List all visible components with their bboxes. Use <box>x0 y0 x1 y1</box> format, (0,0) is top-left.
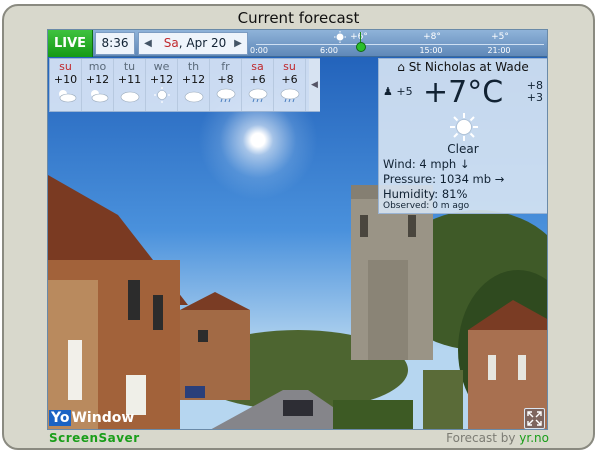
day-name: th <box>187 60 200 73</box>
timeline-now-handle[interactable] <box>356 42 366 52</box>
day-name: su <box>59 60 72 73</box>
partly-cloudy-icon <box>82 87 113 103</box>
day-temp: +6 <box>249 73 266 86</box>
day-name: we <box>153 60 170 73</box>
day-temp: +6 <box>281 73 298 86</box>
forecast-day[interactable]: sa +6 <box>242 59 274 111</box>
current-temperature: +7°C <box>423 75 504 110</box>
wind-row: Wind: 4 mph ↓ <box>383 157 470 171</box>
min-temp: +3 <box>526 91 543 104</box>
timeline-hour: 15:00 <box>419 46 443 55</box>
location-name: St Nicholas at Wade <box>408 60 529 74</box>
window-title: Current forecast <box>237 9 360 27</box>
yr-link[interactable]: yr.no <box>519 431 549 445</box>
timeline-hour: 6:00 <box>320 46 338 55</box>
day-temp: +10 <box>53 73 78 86</box>
rain-icon <box>274 87 305 103</box>
day-temp: +12 <box>149 73 174 86</box>
day-temp: +12 <box>85 73 110 86</box>
timeline-hour: 0:00 <box>250 46 268 55</box>
day-name: fr <box>221 60 230 73</box>
strip-scroll-left-icon[interactable]: ◀ <box>309 59 320 111</box>
timeline-temp: +8° <box>423 32 441 42</box>
forecast-day[interactable]: su +6 <box>274 59 306 111</box>
fullscreen-icon[interactable] <box>524 408 545 429</box>
sun-icon <box>450 113 478 141</box>
top-bar: LIVE 8:36 ◀ Sa, Apr 20 ▶ +6° +8° +5° 0:0… <box>48 30 547 57</box>
timeline-hour: 21:00 <box>487 46 511 55</box>
pressure-row: Pressure: 1034 mb → <box>383 172 505 186</box>
date-weekday: Sa <box>163 36 179 50</box>
day-temp: +12 <box>181 73 206 86</box>
day-name: tu <box>123 60 136 73</box>
prev-date-icon[interactable]: ◀ <box>142 33 154 54</box>
daily-forecast-strip: su +10 mo +12 tu +11 we +12 th +12 fr +8… <box>49 58 320 112</box>
hourly-timeline[interactable]: +6° +8° +5° 0:00 6:00 15:00 21:00 <box>250 30 547 57</box>
feels-like-value: +5 <box>396 85 413 98</box>
humidity-row: Humidity: 81% <box>383 187 468 201</box>
screensaver-label: ScreenSaver <box>49 431 140 445</box>
timeline-line <box>256 44 544 45</box>
cloud-icon <box>114 87 145 103</box>
condition-label: Clear <box>447 142 479 156</box>
date-rest: , Apr 20 <box>178 36 227 50</box>
weather-scene: LIVE 8:36 ◀ Sa, Apr 20 ▶ +6° +8° +5° 0:0… <box>47 29 548 430</box>
current-time[interactable]: 8:36 <box>95 32 135 55</box>
rain-icon <box>242 87 273 103</box>
observed-time: Observed: 0 m ago <box>383 201 470 211</box>
forecast-day[interactable]: tu +11 <box>114 59 146 111</box>
yowindow-logo[interactable]: Yo Window <box>49 408 135 429</box>
day-temp: +8 <box>217 73 234 86</box>
feels-like: ♟ +5 <box>383 85 413 98</box>
timeline-temp: +5° <box>491 32 509 42</box>
forecast-day[interactable]: th +12 <box>178 59 210 111</box>
day-temp: +11 <box>117 73 142 86</box>
current-conditions-panel: ⌂ St Nicholas at Wade ♟ +5 +7°C +8 +3 Cl… <box>378 58 547 214</box>
max-min-temp: +8 +3 <box>527 80 543 104</box>
forecast-day[interactable]: su +10 <box>50 59 82 111</box>
live-button[interactable]: LIVE <box>48 30 93 57</box>
rain-icon <box>210 87 241 103</box>
home-icon: ⌂ <box>397 60 405 74</box>
sun-icon <box>146 87 177 103</box>
location-row[interactable]: ⌂ St Nicholas at Wade <box>379 60 547 74</box>
date-selector[interactable]: ◀ Sa, Apr 20 ▶ <box>138 32 248 55</box>
day-name: sa <box>251 60 264 73</box>
day-name: su <box>283 60 296 73</box>
forecast-day[interactable]: fr +8 <box>210 59 242 111</box>
cloud-icon <box>178 87 209 103</box>
forecast-day[interactable]: mo +12 <box>82 59 114 111</box>
forecast-day[interactable]: we +12 <box>146 59 178 111</box>
date-label: Sa, Apr 20 <box>159 33 231 54</box>
partly-cloudy-icon <box>50 87 81 103</box>
forecast-credit: Forecast by yr.no <box>446 431 549 445</box>
person-icon: ♟ <box>383 85 393 98</box>
day-name: mo <box>88 60 107 73</box>
timeline-temp: +6° <box>350 32 368 42</box>
